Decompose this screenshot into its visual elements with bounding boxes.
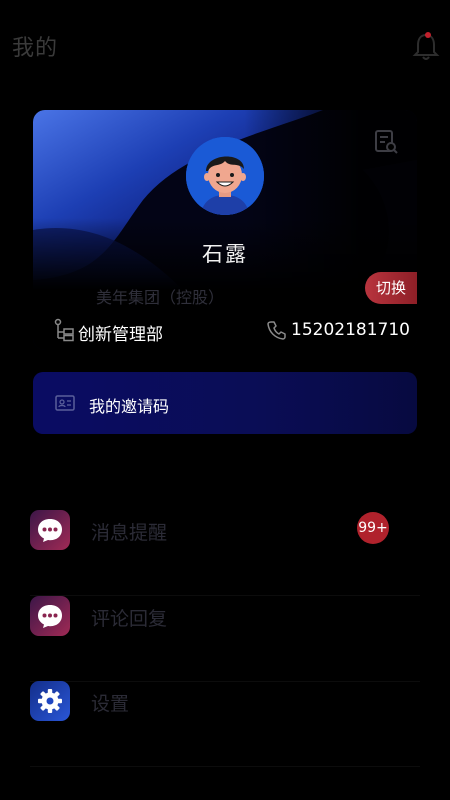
org-chart-icon xyxy=(54,318,74,342)
invite-code-button[interactable]: 我的邀请码 xyxy=(33,372,417,434)
chat-bubble-icon xyxy=(30,596,70,636)
gear-icon xyxy=(30,681,70,721)
department-name: 创新管理部 xyxy=(78,325,163,345)
document-search-icon[interactable] xyxy=(373,128,399,156)
avatar-cartoon xyxy=(186,137,264,215)
menu-label-comment-replies: 评论回复 xyxy=(91,608,168,630)
id-card-icon xyxy=(55,395,75,411)
invite-code-label: 我的邀请码 xyxy=(89,397,170,416)
unread-count-badge: 99+ xyxy=(357,512,389,544)
menu-item-settings[interactable]: 设置 xyxy=(30,681,420,767)
chat-bubble-icon xyxy=(30,510,70,550)
profile-page: 我的 石露 美年集团（控股） 切换 创新管理部 15202181710 我的邀请… xyxy=(0,0,450,800)
avatar[interactable] xyxy=(186,137,264,215)
phone-number: 15202181710 xyxy=(291,320,410,340)
bell-icon[interactable] xyxy=(412,30,440,62)
phone-icon xyxy=(267,321,286,340)
menu-item-notifications[interactable]: 消息提醒 99+ xyxy=(30,510,420,596)
switch-company-button[interactable]: 切换 xyxy=(365,272,417,304)
menu-label-settings: 设置 xyxy=(91,693,130,715)
divider xyxy=(30,766,420,767)
menu-label-notifications: 消息提醒 xyxy=(91,522,168,544)
page-title: 我的 xyxy=(12,36,59,61)
user-name: 石露 xyxy=(202,242,248,266)
profile-card: 石露 美年集团（控股） 切换 创新管理部 15202181710 xyxy=(33,110,417,350)
menu-item-comment-replies[interactable]: 评论回复 xyxy=(30,596,420,682)
company-name: 美年集团（控股） xyxy=(96,288,225,307)
